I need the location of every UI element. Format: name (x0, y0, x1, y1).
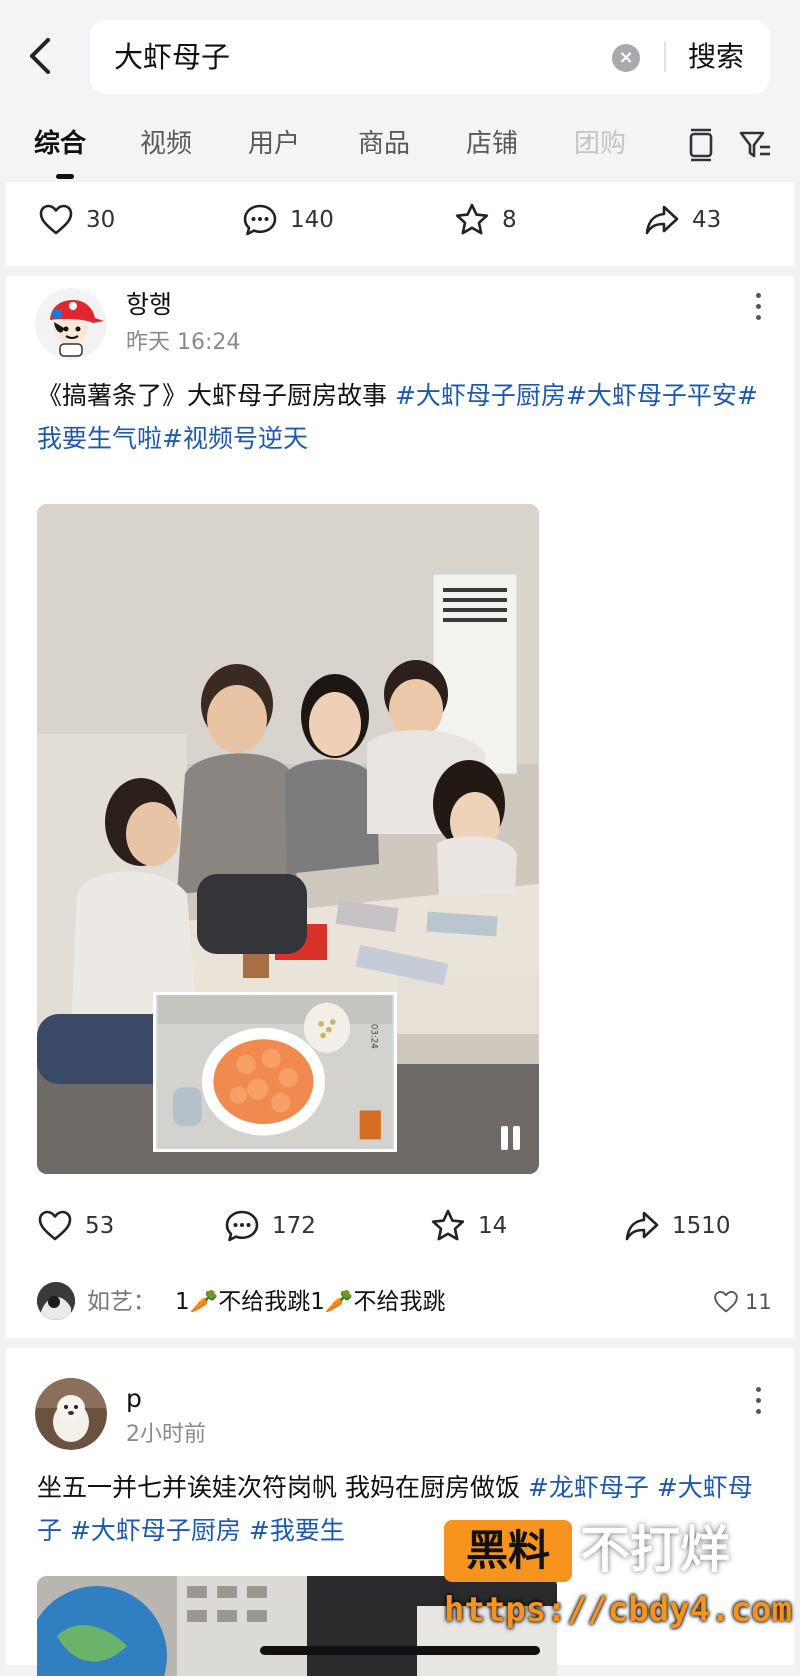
more-options-icon[interactable] (748, 290, 768, 324)
header: 大虾母子 × 搜索 综合 视频 用户 商品 店铺 团购 (0, 0, 800, 180)
comment-button[interactable]: 172 (224, 1206, 344, 1246)
like-count: 30 (86, 207, 116, 233)
post-text: 《搞薯条了》大虾母子厨房故事 #大虾母子厨房#大虾母子平安#我要生气啦#视频号逆… (37, 374, 777, 460)
comment-like-button[interactable]: 11 (713, 1286, 777, 1318)
tab-group-buy[interactable]: 团购 (574, 126, 626, 162)
active-tab-indicator (56, 174, 74, 179)
home-indicator[interactable] (260, 1646, 540, 1655)
post-caption: 坐五一并七并诶娃次符岗帆 我妈在厨房做饭 (37, 1473, 528, 1502)
clear-search-icon[interactable]: × (612, 44, 640, 72)
star-icon (455, 203, 489, 235)
hashtag[interactable]: #龙虾母子 (528, 1473, 649, 1502)
tab-bar: 综合 视频 用户 商品 店铺 团购 (0, 118, 800, 179)
tab-products[interactable]: 商品 (358, 126, 410, 162)
avatar[interactable] (35, 1378, 107, 1450)
pause-icon[interactable] (495, 1124, 525, 1154)
more-options-icon[interactable] (748, 1384, 768, 1418)
filter-icon[interactable] (738, 128, 772, 162)
hashtag[interactable]: #大虾母子厨房 (70, 1516, 241, 1545)
hashtag[interactable]: #视频号逆天 (162, 424, 308, 453)
share-button[interactable]: 43 (644, 200, 754, 240)
avatar[interactable] (35, 288, 107, 360)
watermark-logo: 黑料 (444, 1520, 572, 1582)
tab-shops[interactable]: 店铺 (466, 126, 518, 162)
username[interactable]: 항행 (126, 288, 172, 322)
tabs-fade-overlay (630, 118, 680, 174)
comment-button[interactable]: 140 (242, 200, 362, 240)
watermark-url: https://cbdy4.com (444, 1590, 792, 1630)
shrimp-plate-image: 03:24 (157, 995, 393, 1149)
star-icon (431, 1209, 465, 1241)
share-button[interactable]: 1510 (624, 1206, 764, 1246)
hashtag[interactable]: #大虾母子平安 (566, 381, 737, 410)
comment-text: 1🥕不给我跳1🥕不给我跳 (175, 1289, 446, 1315)
like-button[interactable]: 30 (38, 200, 138, 240)
search-input[interactable]: 大虾母子 (114, 38, 230, 76)
post-card: 항행 昨天 16:24 《搞薯条了》大虾母子厨房故事 #大虾母子厨房#大虾母子平… (6, 276, 794, 1338)
hashtag[interactable]: #大虾母子厨房 (395, 381, 566, 410)
hashtag[interactable]: #我要生 (249, 1516, 345, 1545)
commenter-avatar[interactable] (37, 1282, 75, 1320)
comment-author: 如艺： (87, 1289, 156, 1315)
post-time: 昨天 16:24 (126, 330, 241, 355)
back-arrow-icon[interactable] (26, 34, 56, 78)
favorite-count: 8 (502, 207, 517, 233)
like-count: 53 (85, 1213, 115, 1239)
favorite-button[interactable]: 8 (454, 200, 544, 240)
comment-icon (243, 204, 277, 236)
comment-like-count: 11 (745, 1290, 772, 1314)
username[interactable]: p (126, 1382, 142, 1416)
share-count: 1510 (672, 1213, 731, 1239)
tab-comprehensive[interactable]: 综合 (34, 126, 86, 162)
search-divider (664, 42, 666, 72)
comment-count: 140 (290, 207, 334, 233)
like-button[interactable]: 53 (37, 1206, 137, 1246)
watermark-text: 不打烊 (580, 1521, 730, 1579)
search-bar[interactable]: 大虾母子 × 搜索 (90, 20, 770, 94)
share-count: 43 (692, 207, 722, 233)
heart-icon (714, 1290, 738, 1313)
tab-video[interactable]: 视频 (140, 126, 192, 162)
layout-toggle-icon[interactable] (686, 128, 716, 162)
post-time: 2小时前 (126, 1422, 206, 1447)
comment-count: 172 (272, 1213, 316, 1239)
picture-in-picture-inset: 03:24 (153, 992, 397, 1152)
favorite-button[interactable]: 14 (430, 1206, 530, 1246)
heart-icon (39, 204, 73, 235)
video-player[interactable]: 03:24 (37, 504, 539, 1174)
comment-icon (225, 1210, 259, 1242)
pip-timestamp: 03:24 (368, 1024, 378, 1049)
heart-icon (38, 1210, 72, 1241)
share-arrow-icon (625, 1211, 659, 1241)
share-arrow-icon (645, 205, 679, 235)
top-comment[interactable]: 如艺： 1🥕不给我跳1🥕不给我跳 11 (37, 1280, 777, 1324)
post-card-previous: 30 140 8 43 (6, 182, 794, 266)
tab-users[interactable]: 用户 (248, 126, 300, 162)
search-button[interactable]: 搜索 (688, 38, 744, 76)
post-caption: 《搞薯条了》大虾母子厨房故事 (37, 381, 395, 410)
favorite-count: 14 (478, 1213, 508, 1239)
